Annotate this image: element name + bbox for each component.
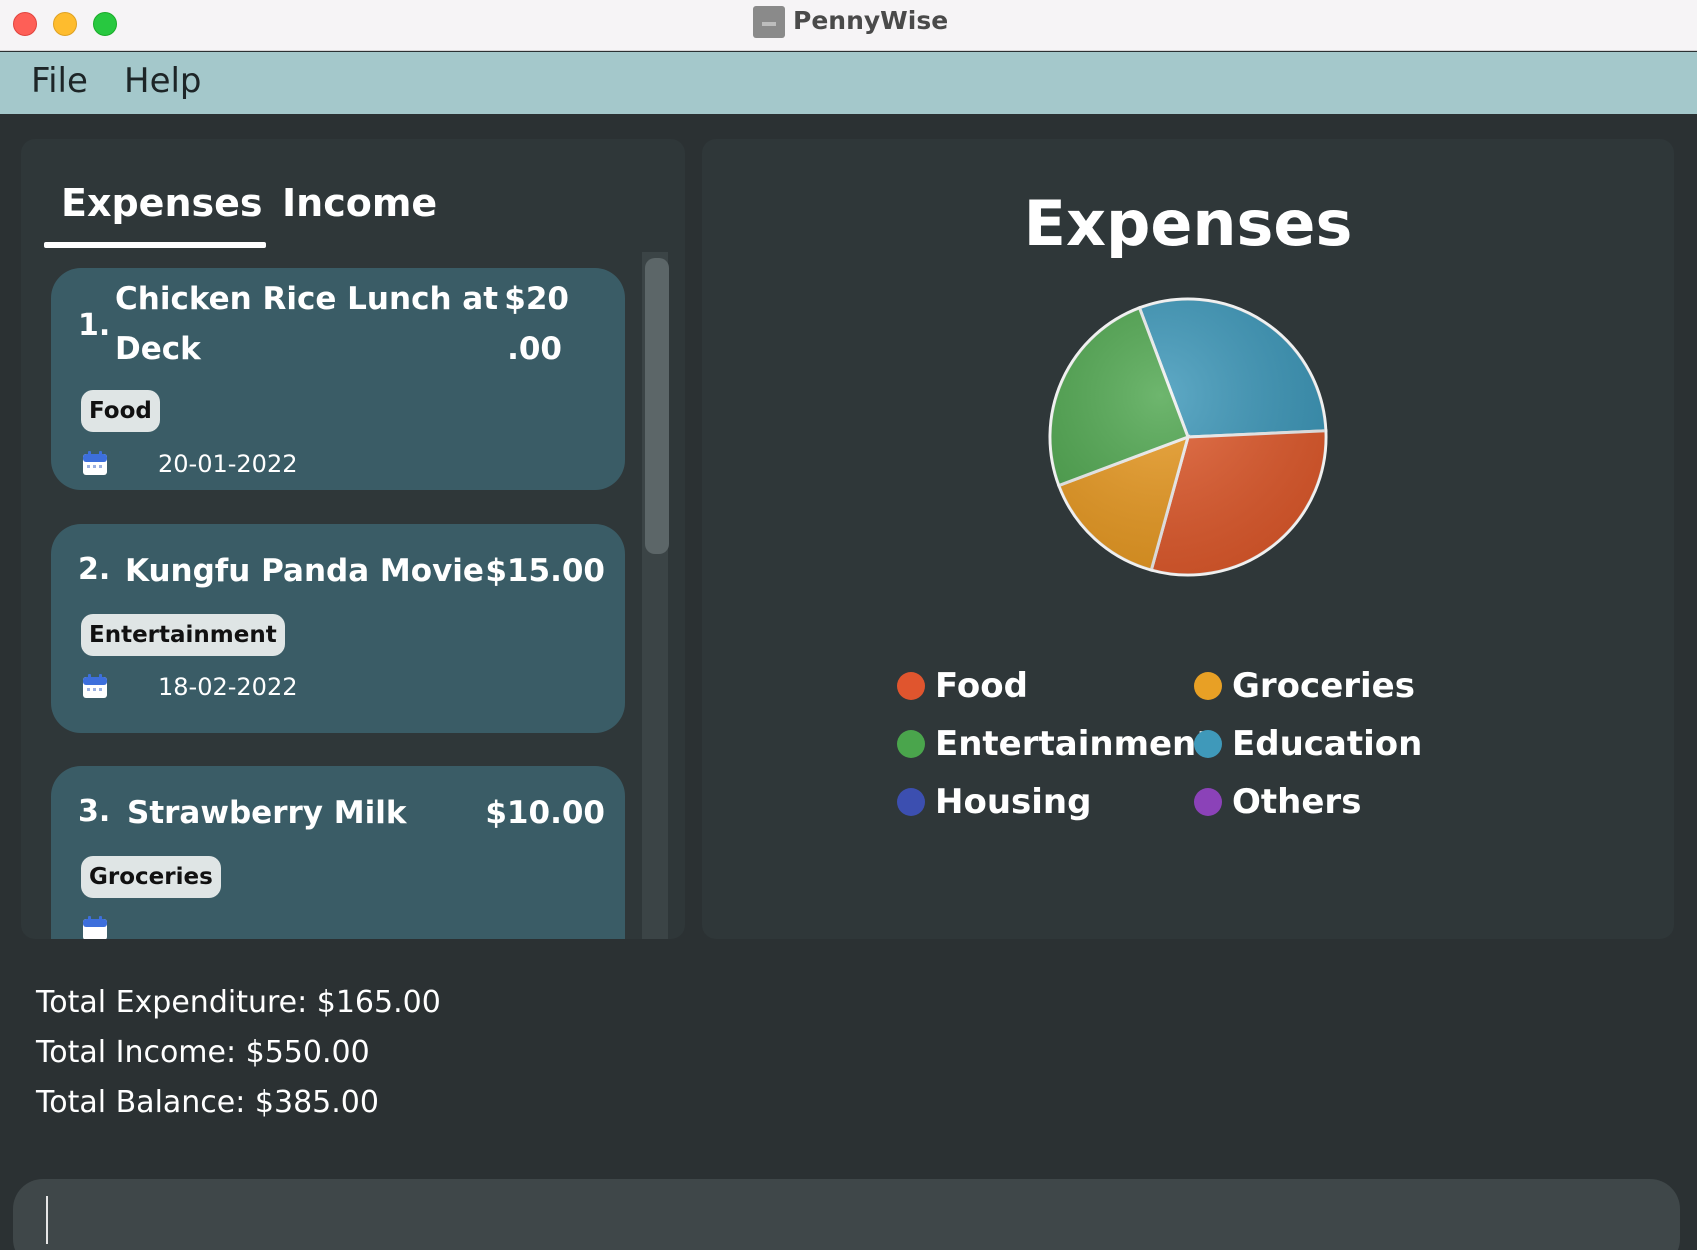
legend-dot (897, 672, 925, 700)
legend-item-others: Others (1194, 782, 1361, 822)
total-income: Total Income: $550.00 (36, 1035, 370, 1070)
maximize-window-button[interactable] (93, 12, 117, 36)
active-tab-indicator (44, 242, 266, 248)
minimize-window-button[interactable] (53, 12, 77, 36)
legend-item-groceries: Groceries (1194, 666, 1415, 706)
legend-item-education: Education (1194, 724, 1422, 764)
expense-pie-chart (1048, 297, 1328, 577)
chart-title: Expenses (1023, 187, 1353, 260)
expense-amount: $10.00 (485, 795, 605, 831)
app-icon (753, 6, 785, 38)
expense-title-line1: Chicken Rice Lunch at (115, 281, 499, 317)
legend-label: Food (935, 666, 1028, 706)
expense-index: 1. (78, 308, 111, 343)
expense-date: 18-02-2022 (158, 673, 298, 701)
total-balance: Total Balance: $385.00 (36, 1085, 379, 1120)
expense-title: Kungfu Panda Movie (125, 553, 484, 589)
category-tag: Groceries (81, 856, 221, 898)
total-expenditure: Total Expenditure: $165.00 (36, 985, 441, 1020)
menu-file[interactable]: File (31, 61, 88, 101)
expense-date: 20-01-2022 (158, 450, 298, 478)
calendar-icon (83, 674, 107, 698)
legend-label: Groceries (1232, 666, 1415, 706)
legend-label: Entertainment (935, 724, 1213, 764)
window-title: PennyWise (793, 6, 949, 35)
command-input[interactable] (53, 1189, 1653, 1249)
legend-item-housing: Housing (897, 782, 1091, 822)
transaction-list-panel: Expenses Income 1. Chicken Rice Lunch at… (21, 139, 685, 939)
expense-title: Strawberry Milk (127, 795, 407, 831)
command-box (13, 1179, 1680, 1250)
calendar-icon (83, 451, 107, 475)
legend-dot (1194, 730, 1222, 758)
chart-panel: Expenses Food Groceries Entertainment Ed… (702, 139, 1674, 939)
expense-amount: $15.00 (485, 553, 605, 589)
expense-card[interactable]: 3. Strawberry Milk $10.00 Groceries (51, 766, 625, 939)
text-caret (46, 1196, 48, 1244)
expense-card[interactable]: 2. Kungfu Panda Movie $15.00 Entertainme… (51, 524, 625, 733)
expense-card[interactable]: 1. Chicken Rice Lunch at Deck $20 .00 Fo… (51, 268, 625, 490)
legend-label: Others (1232, 782, 1362, 822)
category-tag: Food (81, 390, 160, 432)
title-bar: PennyWise (0, 0, 1697, 51)
category-tag: Entertainment (81, 614, 285, 656)
legend-label: Education (1232, 724, 1423, 764)
expense-index: 3. (78, 794, 111, 829)
close-window-button[interactable] (13, 12, 37, 36)
legend-item-food: Food (897, 666, 1028, 706)
expense-amount-line2: .00 (507, 331, 562, 367)
totals-summary: Total Expenditure: $165.00 Total Income:… (36, 985, 441, 1135)
legend-item-entertainment: Entertainment (897, 724, 1213, 764)
tab-expenses[interactable]: Expenses (61, 181, 263, 225)
expense-list[interactable]: 1. Chicken Rice Lunch at Deck $20 .00 Fo… (21, 252, 685, 939)
list-scrollbar-thumb[interactable] (645, 258, 669, 554)
expense-title-line2: Deck (115, 331, 201, 367)
legend-dot (1194, 672, 1222, 700)
expense-amount-line1: $20 (504, 281, 569, 317)
expense-index: 2. (78, 552, 111, 587)
menu-help[interactable]: Help (124, 61, 202, 101)
legend-dot (1194, 788, 1222, 816)
menu-bar: File Help (0, 52, 1697, 114)
legend-dot (897, 788, 925, 816)
legend-label: Housing (935, 782, 1092, 822)
tab-income[interactable]: Income (282, 181, 437, 225)
calendar-icon (83, 916, 107, 939)
legend-dot (897, 730, 925, 758)
